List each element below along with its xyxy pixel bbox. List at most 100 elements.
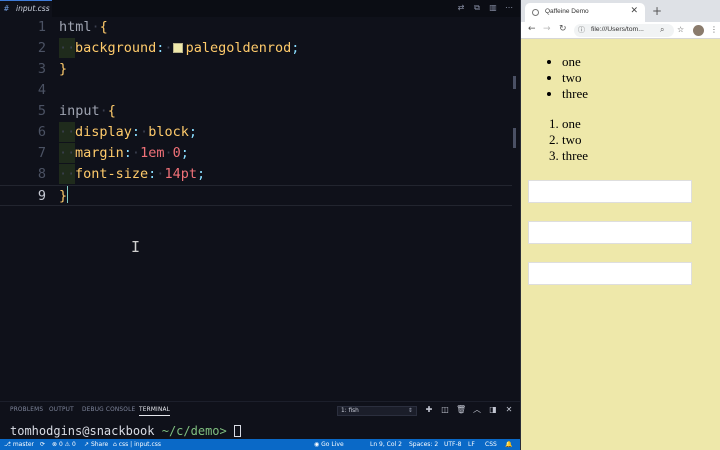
- value: 0: [172, 145, 181, 161]
- breadcrumb-label: css | input.css: [118, 441, 161, 448]
- status-bar: ⎇ master ⟳ ⊗ 0 ⚠ 0 ↗ Share ⌂ css | input…: [0, 439, 520, 450]
- split-editor-icon[interactable]: ▥: [488, 3, 498, 13]
- color-swatch[interactable]: [172, 43, 183, 53]
- terminal-panel[interactable]: PROBLEMS OUTPUT DEBUG CONSOLE TERMINAL 1…: [0, 401, 520, 439]
- code-line[interactable]: 2 ··background:· palegoldenrod;: [0, 38, 512, 59]
- address-bar[interactable]: ⓘ file:///Users/tom...: [574, 24, 674, 37]
- breadcrumb-item[interactable]: ⌂ css | input.css: [113, 440, 161, 449]
- close-tab-icon[interactable]: ✕: [630, 6, 638, 16]
- split-terminal-icon[interactable]: ◫: [440, 405, 450, 415]
- code-line-current[interactable]: 9 }: [0, 185, 512, 206]
- problems-item[interactable]: ⊗ 0 ⚠ 0: [52, 440, 76, 449]
- avatar[interactable]: [693, 25, 704, 36]
- line-number: 5: [37, 103, 46, 119]
- error-count: 0: [58, 441, 63, 448]
- terminal-select-value: 1: fish: [341, 408, 359, 414]
- line-number: 9: [37, 188, 46, 204]
- mouse-ibeam-cursor-icon: I: [131, 238, 141, 256]
- code-line[interactable]: 4: [0, 80, 512, 101]
- terminal-prompt[interactable]: tomhodgins@snackbook ~/c/demo>: [10, 424, 241, 438]
- browser-tab-strip: Qaffeine Demo ✕ +: [521, 0, 720, 22]
- line-number: 6: [37, 124, 46, 140]
- code-line[interactable]: 5 input·{: [0, 101, 512, 122]
- unordered-list: one two three: [562, 54, 588, 102]
- text-caret: [67, 186, 69, 203]
- info-icon[interactable]: ⓘ: [578, 25, 585, 35]
- ordered-list: one two three: [562, 116, 588, 164]
- menu-icon[interactable]: ⋮: [710, 25, 718, 34]
- plus-icon[interactable]: ✚: [424, 405, 434, 415]
- tab-output[interactable]: OUTPUT: [49, 407, 74, 413]
- property: margin: [75, 145, 124, 161]
- list-item: two: [562, 132, 588, 148]
- property: display: [75, 124, 132, 140]
- list-item: three: [562, 86, 588, 102]
- tab-terminal[interactable]: TERMINAL: [139, 407, 171, 416]
- editor-tab-bar: # input.css ⇄ ⧉ ▥ ⋯: [0, 0, 520, 17]
- line-number: 8: [37, 166, 46, 182]
- brace: {: [99, 19, 108, 35]
- selector: html: [59, 19, 92, 35]
- value: 1em: [140, 145, 165, 161]
- browser-toolbar: ← → ↻ ⓘ file:///Users/tom... ⌕ ☆ ⋮: [521, 22, 720, 39]
- warning-count: 0: [71, 441, 76, 448]
- text-input[interactable]: [528, 180, 692, 203]
- prompt-path: ~/c/demo>: [161, 424, 227, 438]
- chevron-up-icon[interactable]: ︿: [472, 405, 482, 415]
- new-tab-icon[interactable]: +: [652, 4, 662, 18]
- encoding[interactable]: UTF-8: [444, 440, 462, 449]
- terminal-select[interactable]: 1: fish ⇕: [337, 406, 417, 416]
- brace: }: [59, 61, 68, 77]
- language-mode[interactable]: CSS: [485, 440, 497, 449]
- preview-icon[interactable]: ⧉: [472, 3, 482, 13]
- bell-icon[interactable]: 🔔: [505, 440, 512, 449]
- browser-tab[interactable]: Qaffeine Demo ✕: [525, 3, 645, 22]
- zoom-icon[interactable]: ⌕: [660, 25, 664, 35]
- code-line[interactable]: 1 html·{: [0, 17, 512, 38]
- code-line[interactable]: 7 ··margin:·1em·0;: [0, 143, 512, 164]
- globe-icon: [532, 9, 539, 16]
- code-editor[interactable]: # input.css ⇄ ⧉ ▥ ⋯ 1 html·{ 2 ··backgro…: [0, 0, 520, 450]
- compare-icon[interactable]: ⇄: [456, 3, 466, 13]
- back-icon[interactable]: ←: [528, 24, 536, 34]
- share-label: Share: [90, 441, 109, 448]
- tab-label: input.css: [16, 4, 50, 13]
- selector: input: [59, 103, 100, 119]
- url-text: file:///Users/tom...: [591, 26, 644, 33]
- code-line[interactable]: 6 ··display:·block;: [0, 122, 512, 143]
- close-icon[interactable]: ✕: [504, 405, 514, 415]
- text-input[interactable]: [528, 221, 692, 244]
- list-item: one: [562, 54, 588, 70]
- line-number: 3: [37, 61, 46, 77]
- eol[interactable]: LF: [468, 440, 475, 449]
- line-number: 4: [37, 82, 46, 98]
- chevron-down-icon: ⇕: [408, 408, 413, 414]
- indentation[interactable]: Spaces: 2: [409, 440, 438, 449]
- list-item: three: [562, 148, 588, 164]
- scrollbar-marker: [513, 128, 516, 148]
- branch-item[interactable]: ⎇ master: [4, 440, 34, 449]
- text-input[interactable]: [528, 262, 692, 285]
- sync-icon[interactable]: ⟳: [40, 440, 45, 449]
- cursor-position[interactable]: Ln 9, Col 2: [370, 440, 402, 449]
- tab-debug-console[interactable]: DEBUG CONSOLE: [82, 407, 135, 413]
- editor-actions: ⇄ ⧉ ▥ ⋯: [456, 3, 514, 13]
- brace: {: [107, 103, 116, 119]
- value: block: [148, 124, 189, 140]
- star-icon[interactable]: ☆: [677, 25, 684, 34]
- tab-input-css[interactable]: # input.css: [0, 0, 52, 17]
- golive-item[interactable]: ◉ Go Live: [314, 440, 344, 449]
- tab-problems[interactable]: PROBLEMS: [10, 407, 43, 413]
- more-actions-icon[interactable]: ⋯: [504, 3, 514, 13]
- trash-icon[interactable]: 🗑: [456, 405, 466, 415]
- maximize-panel-icon[interactable]: ◨: [488, 405, 498, 415]
- code-line[interactable]: 8 ··font-size:·14pt;: [0, 164, 512, 185]
- browser-window: Qaffeine Demo ✕ + ← → ↻ ⓘ file:///Users/…: [520, 0, 720, 450]
- browser-tab-title: Qaffeine Demo: [545, 8, 589, 15]
- forward-icon[interactable]: →: [543, 24, 551, 34]
- share-item[interactable]: ↗ Share: [84, 440, 108, 449]
- reload-icon[interactable]: ↻: [559, 24, 567, 34]
- brace: }: [59, 188, 68, 204]
- code-line[interactable]: 3 }: [0, 59, 512, 80]
- line-number: 2: [37, 40, 46, 56]
